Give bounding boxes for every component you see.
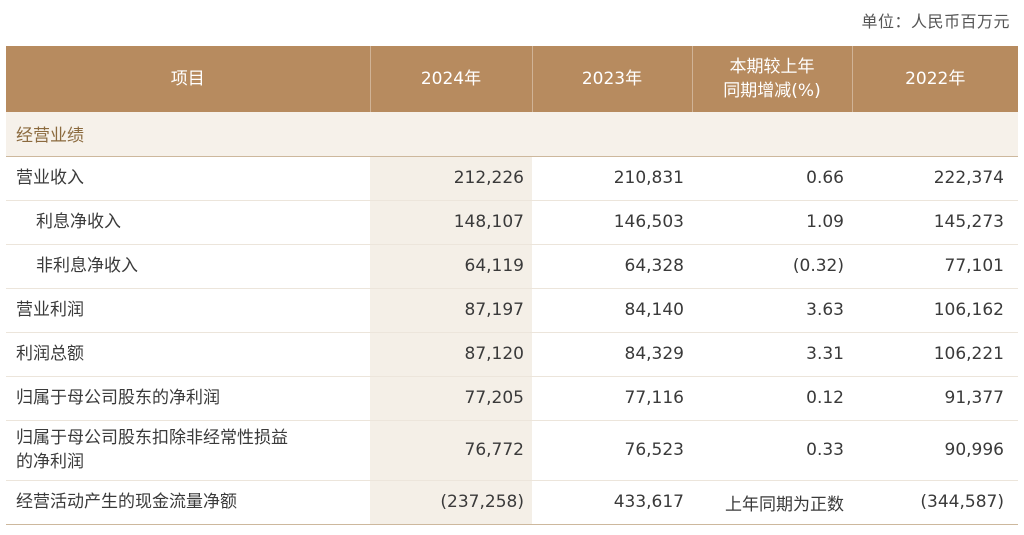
- cell-2022: 77,101: [852, 244, 1018, 289]
- table-row: 经营活动产生的现金流量净额 (237,258) 433,617 上年同期为正数 …: [6, 480, 1018, 525]
- cell-change: 0.33: [692, 420, 852, 481]
- cell-change: 上年同期为正数: [692, 480, 852, 525]
- table-header-row: 项目 2024年 2023年 本期较上年 同期增减(%) 2022年: [6, 46, 1018, 112]
- table-row: 归属于母公司股东的净利润 77,205 77,116 0.12 91,377: [6, 376, 1018, 421]
- cell-change: 0.66: [692, 156, 852, 201]
- table-row: 营业收入 212,226 210,831 0.66 222,374: [6, 156, 1018, 201]
- cell-2023: 210,831: [532, 156, 692, 201]
- cell-2022: (344,587): [852, 480, 1018, 525]
- table-row: 非利息净收入 64,119 64,328 (0.32) 77,101: [6, 244, 1018, 289]
- row-label: 经营活动产生的现金流量净额: [6, 480, 370, 525]
- cell-2022: 106,221: [852, 332, 1018, 377]
- table-row: 归属于母公司股东扣除非经常性损益 的净利润 76,772 76,523 0.33…: [6, 420, 1018, 481]
- cell-2024: 77,205: [370, 376, 532, 421]
- table-row: 营业利润 87,197 84,140 3.63 106,162: [6, 288, 1018, 333]
- row-label-line1: 归属于母公司股东扣除非经常性损益: [16, 428, 288, 448]
- unit-note: 单位：人民币百万元: [861, 12, 1010, 31]
- financial-table: 项目 2024年 2023年 本期较上年 同期增减(%) 2022年 经营业绩 …: [6, 46, 1018, 525]
- cell-2024: 64,119: [370, 244, 532, 289]
- cell-2022: 91,377: [852, 376, 1018, 421]
- section-row: 经营业绩: [6, 112, 1018, 157]
- header-change: 本期较上年 同期增减(%): [692, 46, 853, 112]
- cell-change: (0.32): [692, 244, 852, 289]
- cell-2024: 148,107: [370, 200, 532, 245]
- cell-2024: 87,197: [370, 288, 532, 333]
- row-label: 营业利润: [6, 288, 370, 333]
- cell-change: 3.31: [692, 332, 852, 377]
- cell-2023: 146,503: [532, 200, 692, 245]
- cell-2024: 76,772: [370, 420, 532, 481]
- cell-change: 1.09: [692, 200, 852, 245]
- table-row: 利润总额 87,120 84,329 3.31 106,221: [6, 332, 1018, 377]
- row-label: 利息净收入: [6, 200, 370, 245]
- row-label: 非利息净收入: [6, 244, 370, 289]
- cell-2023: 77,116: [532, 376, 692, 421]
- row-label: 归属于母公司股东的净利润: [6, 376, 370, 421]
- header-change-line1: 本期较上年: [729, 57, 815, 77]
- row-label: 归属于母公司股东扣除非经常性损益 的净利润: [6, 420, 370, 481]
- header-2024: 2024年: [370, 46, 533, 112]
- table-row: 利息净收入 148,107 146,503 1.09 145,273: [6, 200, 1018, 245]
- header-change-line2: 同期增减(%): [723, 81, 821, 101]
- cell-2022: 145,273: [852, 200, 1018, 245]
- row-label: 利润总额: [6, 332, 370, 377]
- cell-2024: 212,226: [370, 156, 532, 201]
- cell-2023: 76,523: [532, 420, 692, 481]
- cell-2022: 106,162: [852, 288, 1018, 333]
- cell-2024: (237,258): [370, 480, 532, 525]
- cell-2023: 433,617: [532, 480, 692, 525]
- section-title: 经营业绩: [6, 112, 1018, 157]
- cell-2024: 87,120: [370, 332, 532, 377]
- cell-2023: 64,328: [532, 244, 692, 289]
- header-item: 项目: [6, 46, 371, 112]
- header-2023: 2023年: [532, 46, 693, 112]
- cell-change: 0.12: [692, 376, 852, 421]
- row-label-line2: 的净利润: [16, 452, 84, 472]
- row-label: 营业收入: [6, 156, 370, 201]
- cell-change: 3.63: [692, 288, 852, 333]
- header-2022: 2022年: [905, 69, 966, 89]
- cell-2022: 222,374: [852, 156, 1018, 201]
- cell-2023: 84,329: [532, 332, 692, 377]
- cell-2022: 90,996: [852, 420, 1018, 481]
- cell-2023: 84,140: [532, 288, 692, 333]
